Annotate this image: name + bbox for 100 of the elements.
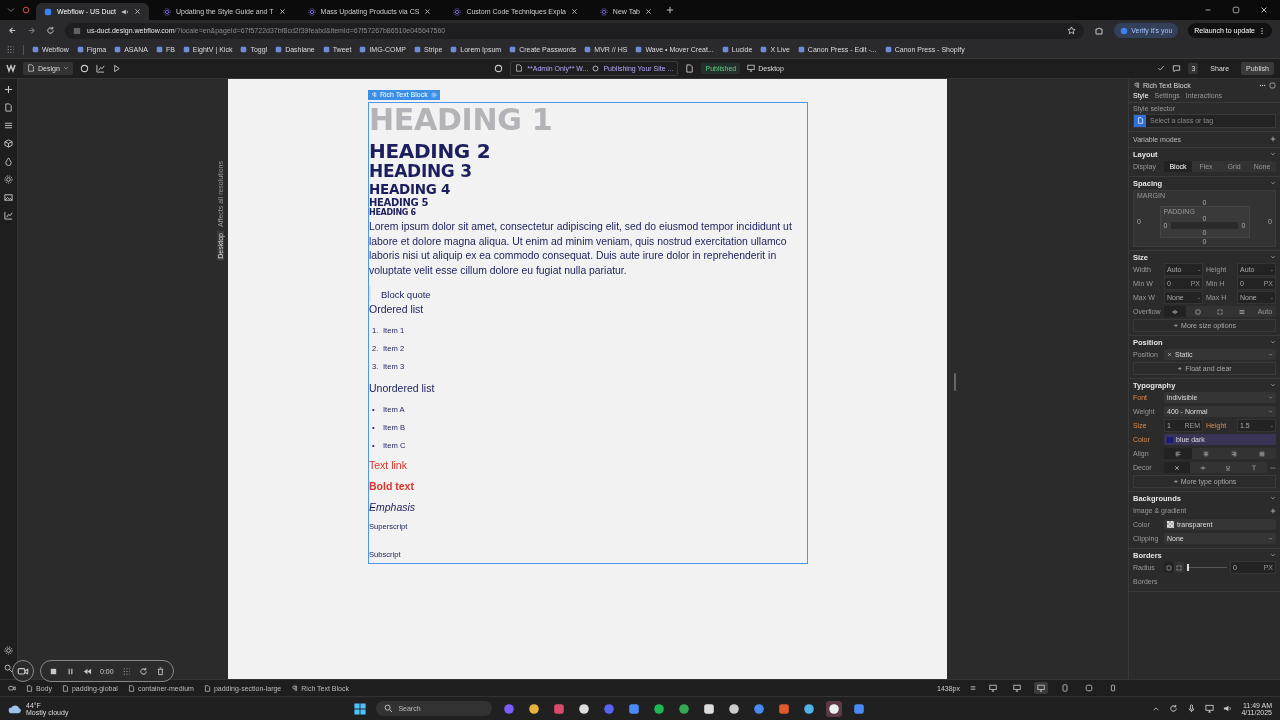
site-icon [884, 46, 892, 54]
chevron-icon[interactable] [1152, 704, 1161, 713]
close-icon[interactable] [1260, 6, 1268, 14]
clip-icon[interactable] [1194, 308, 1201, 315]
component-icon[interactable] [1269, 81, 1276, 89]
grid-icon[interactable] [121, 666, 131, 676]
chart-icon[interactable] [95, 63, 105, 73]
scroll-icon[interactable] [1239, 308, 1246, 315]
favicon-icon [44, 7, 52, 16]
all-corners-icon[interactable] [1166, 564, 1172, 571]
microphone-icon[interactable] [1187, 704, 1197, 714]
image-icon[interactable] [4, 192, 13, 202]
align-left-icon[interactable] [1175, 450, 1181, 457]
resize-icon[interactable] [970, 685, 976, 692]
app-icon [653, 702, 666, 715]
close-icon[interactable] [278, 8, 286, 15]
none-icon[interactable] [1173, 464, 1180, 471]
individual-corners-icon[interactable] [1176, 564, 1182, 571]
chevron-icon [1173, 323, 1179, 329]
pause-icon[interactable] [66, 666, 75, 676]
justify-icon[interactable] [1259, 450, 1265, 457]
chevron-icon [1177, 366, 1183, 372]
windows-icon[interactable] [353, 701, 368, 716]
align-right-icon[interactable] [1231, 450, 1237, 457]
rich-text-block[interactable] [368, 101, 808, 565]
gear-icon[interactable] [4, 174, 13, 184]
avatar-icon [1120, 26, 1129, 35]
heading: HEADING 4 [369, 182, 451, 197]
resize-handle[interactable] [954, 372, 956, 391]
align-center-icon[interactable] [1203, 450, 1209, 457]
desktop-icon [989, 684, 997, 693]
more-icon[interactable] [1258, 26, 1266, 35]
strikethrough-icon[interactable] [1199, 464, 1206, 471]
site-icon [797, 46, 805, 54]
site-settings-icon[interactable] [73, 26, 81, 35]
publish-log-icon[interactable] [685, 63, 695, 73]
collapse-icon[interactable] [1270, 552, 1276, 559]
sync-icon[interactable] [1169, 704, 1179, 714]
stop-icon[interactable] [49, 666, 58, 676]
back-icon[interactable] [8, 26, 17, 36]
underline-icon[interactable] [1225, 464, 1232, 471]
collapse-icon[interactable] [1270, 151, 1276, 158]
collapse-icon[interactable] [1270, 495, 1276, 502]
visible-icon[interactable] [1172, 308, 1179, 315]
clip-icon[interactable] [1217, 308, 1223, 315]
add-icon[interactable] [4, 84, 13, 94]
minimize-icon[interactable] [1204, 6, 1212, 14]
rewind-icon[interactable] [83, 666, 92, 676]
collapse-icon[interactable] [1270, 180, 1276, 187]
app-button[interactable] [826, 700, 843, 717]
favicon-icon [307, 7, 316, 16]
menu-icon[interactable] [4, 120, 13, 130]
restore-icon[interactable] [1232, 6, 1240, 14]
chevron-icon [1172, 479, 1178, 485]
webflow-logo-icon[interactable] [6, 63, 16, 74]
extensions-icon[interactable] [1094, 25, 1105, 36]
new-tab-icon[interactable] [665, 6, 674, 14]
info-icon[interactable] [494, 63, 504, 73]
forward-icon[interactable] [27, 26, 36, 36]
close-icon[interactable] [424, 8, 432, 15]
check-icon[interactable] [1157, 64, 1166, 73]
apps-icon[interactable] [6, 45, 15, 55]
text-link[interactable]: Text link [369, 459, 807, 472]
cube-icon[interactable] [4, 138, 13, 148]
settings-icon[interactable] [4, 646, 13, 656]
breakpoint-button[interactable] [1010, 682, 1024, 695]
network-icon[interactable] [1205, 704, 1215, 714]
drop-icon[interactable] [4, 156, 13, 166]
comment-icon[interactable] [1172, 63, 1182, 73]
breakpoint-button[interactable] [986, 682, 1000, 695]
restart-icon[interactable] [138, 666, 148, 676]
collapse-icon[interactable] [1270, 254, 1276, 261]
circle-icon[interactable] [79, 63, 89, 73]
record-icon[interactable] [22, 6, 30, 14]
trash-icon[interactable] [155, 666, 165, 676]
bookmark-star-icon[interactable] [1067, 26, 1077, 36]
close-icon[interactable] [644, 8, 652, 15]
reload-icon[interactable] [46, 26, 55, 36]
collapse-icon[interactable] [1270, 382, 1276, 389]
speaker-icon[interactable] [1223, 704, 1233, 714]
heading: HEADING 6 [369, 209, 417, 218]
app-icon [753, 702, 766, 715]
phone-icon [1109, 684, 1117, 693]
app-icon [678, 702, 691, 715]
collapse-icon[interactable] [1270, 339, 1276, 346]
preview-icon[interactable] [111, 63, 121, 73]
clear-icon[interactable] [1167, 352, 1172, 358]
app-icon [628, 702, 641, 715]
speaker-icon[interactable] [121, 7, 129, 16]
page-icon[interactable] [4, 102, 13, 112]
chart-icon[interactable] [4, 210, 13, 220]
add-class-icon[interactable] [1136, 117, 1144, 125]
caret-icon [1268, 536, 1273, 542]
site-icon [509, 46, 517, 54]
block-quote: Block quote [369, 286, 807, 302]
close-icon[interactable] [134, 8, 141, 15]
favicon-icon [163, 7, 171, 16]
close-icon[interactable] [570, 8, 578, 15]
breakpoint-button[interactable] [1034, 682, 1048, 695]
search-icon[interactable] [4, 664, 13, 674]
